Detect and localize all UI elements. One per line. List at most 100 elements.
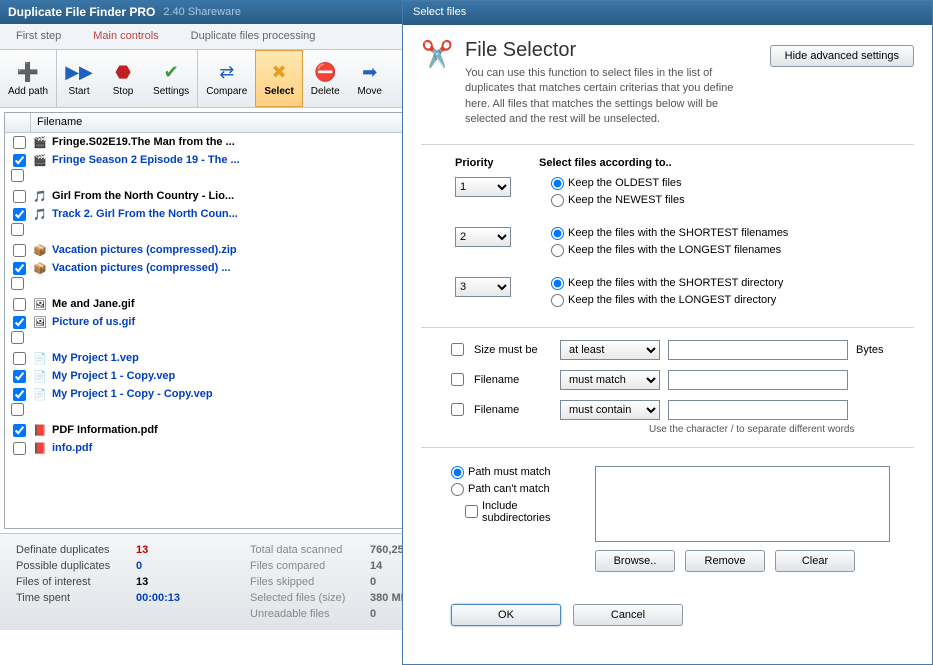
filename-match-input[interactable] — [668, 370, 848, 390]
path-must-match-radio[interactable] — [451, 466, 464, 479]
file-type-icon: 📕 — [32, 422, 48, 438]
hide-advanced-button[interactable]: Hide advanced settings — [770, 45, 914, 67]
file-type-icon: 📄 — [32, 368, 48, 384]
file-type-icon: 📦 — [32, 242, 48, 258]
browse-button[interactable]: Browse.. — [595, 550, 675, 572]
filename-contain-checkbox[interactable] — [451, 403, 464, 416]
filename-contain-input[interactable] — [668, 400, 848, 420]
filter-note: Use the character / to separate differen… — [649, 424, 914, 435]
row-checkbox[interactable] — [13, 424, 26, 437]
row-checkbox[interactable] — [13, 190, 26, 203]
filename-match-label: Filename — [474, 374, 552, 386]
interest-label: Files of interest — [16, 576, 136, 588]
compare-icon: ⇄ — [215, 60, 239, 84]
priority-1-select[interactable]: 1 — [455, 177, 511, 197]
row-checkbox[interactable] — [11, 331, 24, 344]
priority-header: Priority — [455, 157, 539, 169]
stop-icon: ⬣ — [111, 60, 135, 84]
keep-newest-radio[interactable] — [551, 194, 564, 207]
clear-button[interactable]: Clear — [775, 550, 855, 572]
filename-contain-select[interactable]: must contain — [560, 400, 660, 420]
delete-button[interactable]: ⛔ Delete — [303, 50, 348, 107]
compare-button[interactable]: ⇄ Compare — [198, 50, 255, 107]
keep-oldest-radio[interactable] — [551, 177, 564, 190]
path-textarea[interactable] — [595, 466, 890, 542]
row-checkbox[interactable] — [11, 403, 24, 416]
file-type-icon: 📕 — [32, 440, 48, 456]
longest-filename-radio[interactable] — [551, 244, 564, 257]
row-checkbox[interactable] — [13, 298, 26, 311]
priority-3-select[interactable]: 3 — [455, 277, 511, 297]
row-checkbox[interactable] — [13, 388, 26, 401]
row-checkbox[interactable] — [11, 277, 24, 290]
dialog-heading: File Selector — [465, 39, 745, 62]
scanned-label: Total data scanned — [250, 544, 370, 556]
shortest-filename-radio[interactable] — [551, 227, 564, 240]
row-checkbox[interactable] — [13, 208, 26, 221]
tab-duplicate-processing[interactable]: Duplicate files processing — [175, 24, 332, 49]
filename-contain-label: Filename — [474, 404, 552, 416]
dialog-title: Select files — [403, 1, 932, 25]
remove-button[interactable]: Remove — [685, 550, 765, 572]
size-input[interactable] — [668, 340, 848, 360]
file-type-icon: 🎵 — [32, 206, 48, 222]
ok-button[interactable]: OK — [451, 604, 561, 626]
check-icon: ✔ — [159, 60, 183, 84]
file-type-icon: 📦 — [32, 260, 48, 276]
filename-match-checkbox[interactable] — [451, 373, 464, 386]
longest-dir-radio[interactable] — [551, 294, 564, 307]
add-path-button[interactable]: ➕ Add path — [0, 50, 56, 107]
possible-label: Possible duplicates — [16, 560, 136, 572]
row-checkbox[interactable] — [13, 370, 26, 383]
dialog-description: You can use this function to select file… — [465, 66, 745, 128]
file-type-icon: 📄 — [32, 350, 48, 366]
move-button[interactable]: ➡ Move — [348, 50, 392, 107]
file-type-icon: 🖼 — [32, 296, 48, 312]
time-label: Time spent — [16, 592, 136, 604]
definate-label: Definate duplicates — [16, 544, 136, 556]
size-must-be-label: Size must be — [474, 344, 552, 356]
file-type-icon: 📄 — [32, 386, 48, 402]
col-check[interactable] — [5, 113, 31, 132]
row-checkbox[interactable] — [13, 316, 26, 329]
selected-label: Selected files (size) — [250, 592, 370, 604]
tab-first-step[interactable]: First step — [0, 24, 77, 49]
row-checkbox[interactable] — [11, 169, 24, 182]
row-checkbox[interactable] — [13, 352, 26, 365]
include-subdirs-checkbox[interactable] — [465, 505, 478, 518]
select-according-header: Select files according to.. — [539, 157, 672, 169]
settings-button[interactable]: ✔ Settings — [145, 50, 197, 107]
row-checkbox[interactable] — [13, 136, 26, 149]
delete-icon: ⛔ — [313, 60, 337, 84]
select-icon: ✖ — [267, 60, 291, 84]
time-value: 00:00:13 — [136, 592, 180, 604]
cancel-button[interactable]: Cancel — [573, 604, 683, 626]
plus-icon: ➕ — [16, 60, 40, 84]
priority-2-select[interactable]: 2 — [455, 227, 511, 247]
bytes-label: Bytes — [856, 344, 884, 356]
unread-label: Unreadable files — [250, 608, 370, 620]
path-cant-match-radio[interactable] — [451, 483, 464, 496]
definate-value: 13 — [136, 544, 148, 556]
filename-match-select[interactable]: must match — [560, 370, 660, 390]
row-checkbox[interactable] — [13, 262, 26, 275]
select-button[interactable]: ✖ Select — [255, 50, 302, 107]
stop-button[interactable]: ⬣ Stop — [101, 50, 145, 107]
play-icon: ▶▶ — [67, 60, 91, 84]
compared-label: Files compared — [250, 560, 370, 572]
file-type-icon: 🎬 — [32, 134, 48, 150]
row-checkbox[interactable] — [13, 244, 26, 257]
size-must-be-checkbox[interactable] — [451, 343, 464, 356]
scanned-value: 760,25 — [370, 544, 404, 556]
possible-value: 0 — [136, 560, 142, 572]
file-type-icon: 🖼 — [32, 314, 48, 330]
size-comparison-select[interactable]: at least — [560, 340, 660, 360]
row-checkbox[interactable] — [13, 154, 26, 167]
shortest-dir-radio[interactable] — [551, 277, 564, 290]
interest-value: 13 — [136, 576, 148, 588]
skipped-label: Files skipped — [250, 576, 370, 588]
row-checkbox[interactable] — [13, 442, 26, 455]
tab-main-controls[interactable]: Main controls — [77, 24, 174, 49]
start-button[interactable]: ▶▶ Start — [57, 50, 101, 107]
row-checkbox[interactable] — [11, 223, 24, 236]
